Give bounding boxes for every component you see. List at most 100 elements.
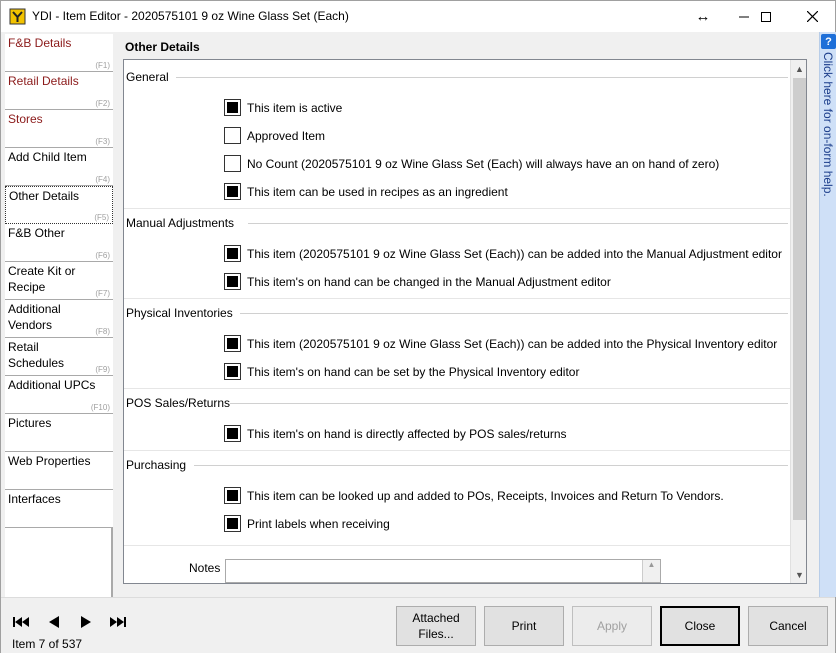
- sidebar-item-label: Create Kit or Recipe: [8, 264, 76, 294]
- options-content: General This item is active Approved Ite…: [124, 60, 790, 583]
- help-icon[interactable]: ?: [821, 34, 836, 49]
- close-icon: [806, 11, 818, 22]
- option-manual-adjustment-change[interactable]: This item's on hand can be changed in th…: [224, 273, 611, 290]
- checkbox[interactable]: [224, 127, 241, 144]
- sidebar-item-create-kit-or-recipe[interactable]: Create Kit or Recipe (F7): [5, 262, 113, 300]
- first-record-button[interactable]: [10, 611, 32, 633]
- option-label: No Count (2020575101 9 oz Wine Glass Set…: [247, 156, 720, 171]
- cancel-button[interactable]: Cancel: [748, 606, 828, 646]
- bottom-toolbar: Item 7 of 537 Attached Files... Print Ap…: [1, 597, 835, 653]
- last-record-button[interactable]: [107, 611, 129, 633]
- option-print-labels[interactable]: Print labels when receiving: [224, 515, 390, 532]
- section-divider: [230, 403, 788, 404]
- sidebar-item-label: F&B Other: [8, 226, 65, 240]
- sidebar-item-label: Interfaces: [8, 492, 61, 506]
- previous-record-icon: [49, 616, 59, 628]
- sidebar-item-web-properties[interactable]: Web Properties: [5, 452, 113, 490]
- option-label: This item's on hand can be changed in th…: [247, 274, 611, 289]
- option-item-active[interactable]: This item is active: [224, 99, 342, 116]
- next-record-button[interactable]: [75, 611, 97, 633]
- sidebar-item-shortcut: (F3): [95, 137, 110, 146]
- previous-record-button[interactable]: [43, 611, 65, 633]
- checkbox[interactable]: [224, 273, 241, 290]
- sidebar-item-add-child-item[interactable]: Add Child Item (F4): [5, 148, 113, 186]
- on-form-help-strip[interactable]: ? Click here for on-form help.: [819, 32, 836, 597]
- sidebar-item-pictures[interactable]: Pictures: [5, 414, 113, 452]
- option-physical-inventory-set[interactable]: This item's on hand can be set by the Ph…: [224, 363, 579, 380]
- scrollbar-thumb[interactable]: [793, 78, 806, 520]
- option-purchasing-lookup[interactable]: This item can be looked up and added to …: [224, 487, 724, 504]
- sidebar-item-label: Retail Details: [8, 74, 79, 88]
- on-form-help-link[interactable]: Click here for on-form help.: [821, 52, 835, 197]
- options-scroll-area[interactable]: General This item is active Approved Ite…: [123, 59, 807, 584]
- checkbox[interactable]: [224, 363, 241, 380]
- section-divider: [194, 465, 788, 466]
- attached-files-label: Attached Files...: [412, 611, 460, 641]
- checkbox[interactable]: [224, 515, 241, 532]
- next-record-icon: [81, 616, 91, 628]
- notes-scrollbar[interactable]: ▲: [642, 560, 660, 582]
- section-separator: [124, 388, 790, 389]
- option-recipe-ingredient[interactable]: This item can be used in recipes as an i…: [224, 183, 508, 200]
- scroll-down-icon[interactable]: ▼: [791, 566, 806, 583]
- section-header-manual-adjustments: Manual Adjustments: [126, 216, 235, 230]
- sidebar-item-label: Additional Vendors: [8, 302, 61, 332]
- option-label: This item is active: [247, 100, 343, 115]
- checkbox[interactable]: [224, 487, 241, 504]
- sidebar-item-other-details[interactable]: Other Details (F5): [5, 186, 113, 224]
- maximize-button[interactable]: [743, 1, 789, 32]
- sidebar-item-label: Stores: [8, 112, 43, 126]
- notes-label: Notes: [189, 561, 221, 575]
- item-editor-window: YDI - Item Editor - 2020575101 9 oz Wine…: [0, 0, 836, 653]
- sidebar-item-shortcut: (F10): [90, 403, 110, 412]
- sidebar-item-retail-schedules[interactable]: Retail Schedules (F9): [5, 338, 113, 376]
- sidebar-item-shortcut: (F4): [95, 175, 110, 184]
- option-physical-inventory-add[interactable]: This item (2020575101 9 oz Wine Glass Se…: [224, 335, 777, 352]
- option-label: This item can be looked up and added to …: [247, 488, 724, 503]
- resize-icon[interactable]: ↔: [683, 1, 723, 32]
- sidebar-item-interfaces[interactable]: Interfaces: [5, 490, 113, 528]
- option-label: This item's on hand can be set by the Ph…: [247, 364, 580, 379]
- scroll-up-icon[interactable]: ▲: [791, 60, 806, 77]
- checkbox[interactable]: [224, 335, 241, 352]
- checkbox[interactable]: [224, 155, 241, 172]
- checkbox[interactable]: [224, 99, 241, 116]
- close-button[interactable]: Close: [660, 606, 740, 646]
- option-label: Print labels when receiving: [247, 516, 390, 531]
- record-position: Item 7 of 537: [12, 637, 83, 651]
- sidebar-nav: F&B Details (F1) Retail Details (F2) Sto…: [5, 34, 113, 597]
- last-record-icon: [110, 617, 126, 627]
- option-no-count[interactable]: No Count (2020575101 9 oz Wine Glass Set…: [224, 155, 719, 172]
- sidebar-item-retail-details[interactable]: Retail Details (F2): [5, 72, 113, 110]
- maximize-icon: [761, 11, 771, 22]
- checkbox[interactable]: [224, 425, 241, 442]
- sidebar-item-shortcut: (F1): [95, 61, 110, 70]
- section-header-general: General: [126, 70, 169, 84]
- close-window-button[interactable]: [789, 1, 835, 32]
- sidebar-item-shortcut: (F5): [94, 213, 109, 222]
- app-logo-icon: [9, 8, 26, 25]
- section-divider: [248, 223, 788, 224]
- print-button[interactable]: Print: [484, 606, 564, 646]
- sidebar-item-additional-upcs[interactable]: Additional UPCs (F10): [5, 376, 113, 414]
- checkbox[interactable]: [224, 183, 241, 200]
- option-approved-item[interactable]: Approved Item: [224, 127, 325, 144]
- section-divider: [176, 77, 788, 78]
- first-record-icon: [13, 617, 29, 627]
- option-pos-affected[interactable]: This item's on hand is directly affected…: [224, 425, 567, 442]
- section-header-purchasing: Purchasing: [126, 458, 187, 472]
- scroll-up-icon: ▲: [647, 560, 656, 569]
- sidebar-item-fb-details[interactable]: F&B Details (F1): [5, 34, 113, 72]
- sidebar-item-shortcut: (F8): [95, 327, 110, 336]
- sidebar-item-additional-vendors[interactable]: Additional Vendors (F8): [5, 300, 113, 338]
- checkbox[interactable]: [224, 245, 241, 262]
- attached-files-button[interactable]: Attached Files...: [396, 606, 476, 646]
- notes-field[interactable]: ▲: [225, 559, 661, 583]
- vertical-scrollbar[interactable]: ▲ ▼: [790, 60, 806, 583]
- sidebar-item-stores[interactable]: Stores (F3): [5, 110, 113, 148]
- apply-button[interactable]: Apply: [572, 606, 652, 646]
- sidebar-item-fb-other[interactable]: F&B Other (F6): [5, 224, 113, 262]
- option-manual-adjustment-add[interactable]: This item (2020575101 9 oz Wine Glass Se…: [224, 245, 782, 262]
- section-header-physical-inventories: Physical Inventories: [126, 306, 233, 320]
- title-bar: YDI - Item Editor - 2020575101 9 oz Wine…: [1, 1, 835, 32]
